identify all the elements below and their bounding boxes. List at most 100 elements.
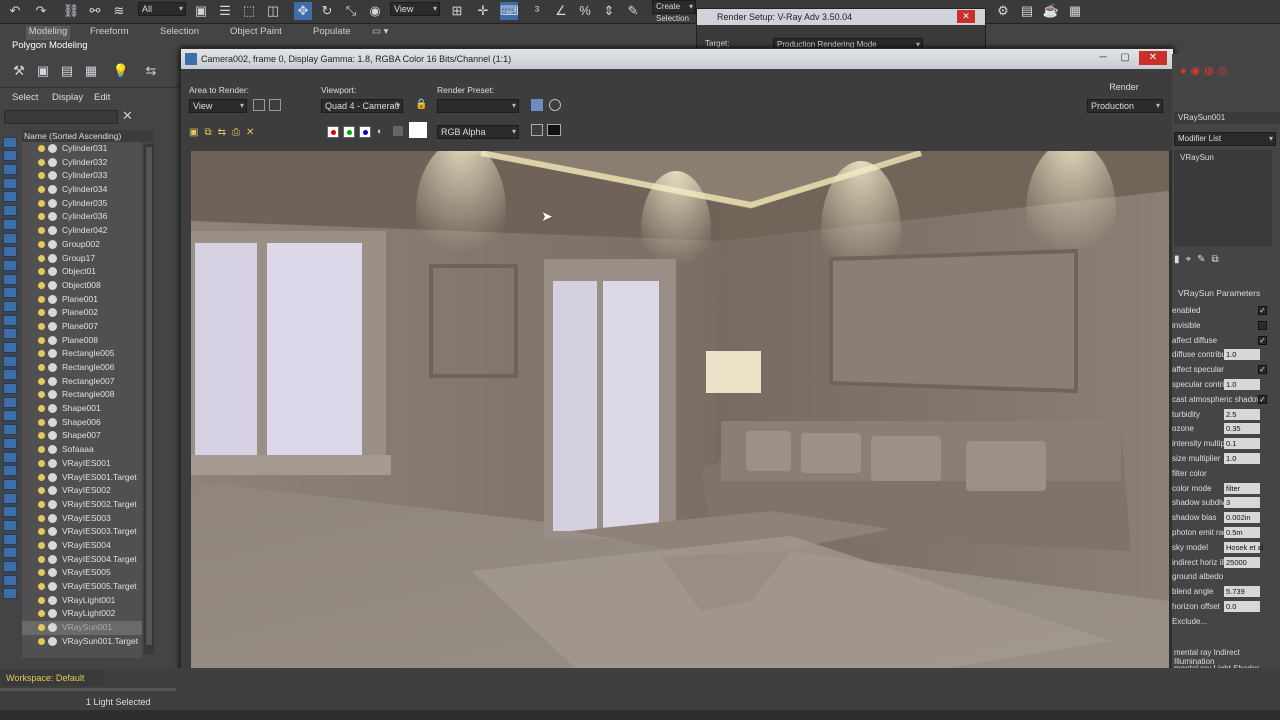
channel-dropdown[interactable]: RGB Alpha — [437, 125, 519, 139]
rectangle-selection-icon[interactable]: ⬚ — [240, 2, 258, 20]
area-to-render-dropdown[interactable]: View — [189, 99, 247, 113]
param-spinner[interactable]: 0.5m — [1224, 527, 1260, 538]
param-row[interactable]: cast atmospheric shadows ✓ — [1172, 393, 1280, 407]
explorer-filter-icon[interactable] — [3, 519, 17, 531]
param-checkbox[interactable]: ✓ — [1258, 365, 1267, 375]
close-icon[interactable]: ✕ — [1139, 51, 1167, 65]
visibility-bulb-icon[interactable] — [38, 213, 45, 221]
explorer-filter-icon[interactable] — [3, 533, 17, 545]
param-spinner[interactable]: 0.1 — [1224, 438, 1260, 450]
param-row[interactable]: turbidity 2.5 — [1172, 408, 1280, 422]
redo-icon[interactable]: ↷ — [32, 2, 50, 20]
hierarchy-icon[interactable]: ⇆ — [142, 62, 160, 80]
visibility-bulb-icon[interactable] — [38, 268, 45, 276]
explorer-filter-icon[interactable] — [3, 383, 17, 395]
color-swatch[interactable] — [409, 122, 427, 138]
explorer-filter-icon[interactable] — [3, 561, 17, 572]
tree-row[interactable]: VRaySun001 — [22, 621, 142, 635]
tree-row[interactable]: Cylinder033 — [22, 169, 142, 183]
tree-row[interactable]: Cylinder032 — [22, 156, 142, 170]
polygon-modeling-group[interactable]: Polygon Modeling — [12, 40, 88, 54]
object-name-field[interactable]: VRaySun001 — [1174, 112, 1280, 124]
param-checkbox[interactable]: ✓ — [1258, 394, 1267, 404]
visibility-bulb-icon[interactable] — [38, 158, 45, 166]
visibility-bulb-icon[interactable] — [38, 555, 45, 563]
explorer-filter-icon[interactable] — [3, 300, 17, 312]
tree-row[interactable]: Rectangle005 — [22, 347, 142, 361]
explorer-filter-icon[interactable] — [3, 150, 17, 162]
bind-space-warp-icon[interactable]: ≋ — [110, 2, 128, 20]
scale-icon[interactable]: ⤡ — [342, 2, 360, 20]
explorer-filter-icon[interactable] — [3, 396, 17, 408]
explorer-filter-icon[interactable] — [3, 246, 17, 258]
visibility-bulb-icon[interactable] — [38, 364, 45, 371]
viewport-dropdown[interactable]: Quad 4 - Camera0 — [321, 99, 403, 113]
explorer-filter-icon[interactable] — [3, 232, 17, 244]
explorer-filter-icon[interactable] — [3, 506, 17, 518]
tree-row[interactable]: Rectangle007 — [22, 375, 142, 389]
render-setup-title[interactable]: Render Setup: V-Ray Adv 3.50.04 — [697, 9, 985, 25]
timeline-bar[interactable] — [0, 710, 1280, 720]
named-selection-icon[interactable]: ✎ — [624, 2, 642, 20]
tab-populate[interactable]: Populate — [313, 26, 351, 40]
visibility-bulb-icon[interactable] — [38, 624, 45, 632]
spinner-snap-icon[interactable]: ⇕ — [600, 2, 618, 20]
explorer-filter-icon[interactable] — [3, 191, 17, 203]
minimize-icon[interactable]: ─ — [1093, 51, 1113, 65]
param-spinner[interactable]: 0.0 — [1224, 601, 1260, 612]
keyboard-shortcut-icon[interactable]: ⌨ — [500, 2, 519, 20]
visibility-bulb-icon[interactable] — [38, 528, 45, 536]
tree-row[interactable]: Plane008 — [22, 334, 142, 348]
param-checkbox[interactable]: ✓ — [1258, 306, 1267, 315]
visibility-bulb-icon[interactable] — [38, 610, 45, 618]
visibility-bulb-icon[interactable] — [38, 336, 45, 344]
explorer-filter-icon[interactable] — [3, 136, 17, 148]
param-spinner[interactable]: 1.0 — [1224, 453, 1260, 464]
explorer-filter-icon[interactable] — [3, 588, 17, 600]
tree-row[interactable]: VRayIES005.Target — [22, 580, 142, 594]
selection-filter-dropdown[interactable]: All — [138, 2, 186, 16]
param-row[interactable]: shadow bias 0.002in — [1172, 511, 1280, 525]
explorer-filter-icon[interactable] — [3, 478, 17, 490]
tree-row[interactable]: VRayIES001 — [22, 457, 142, 471]
explorer-scrollbar[interactable] — [144, 144, 154, 654]
visibility-bulb-icon[interactable] — [38, 309, 45, 317]
explorer-search-input[interactable] — [4, 110, 118, 124]
reference-coordinate-dropdown[interactable]: View — [390, 2, 440, 16]
tool-icon[interactable]: ⚒ — [10, 62, 28, 80]
explorer-filter-icon[interactable] — [3, 410, 17, 422]
window-crossing-icon[interactable]: ◫ — [264, 2, 282, 20]
visibility-bulb-icon[interactable] — [38, 583, 45, 590]
visibility-bulb-icon[interactable] — [38, 145, 45, 152]
tree-row[interactable]: VRayIES004.Target — [22, 553, 142, 567]
explorer-filter-icon[interactable] — [3, 218, 17, 230]
param-row[interactable]: filter color — [1172, 467, 1280, 481]
tree-row[interactable]: Plane002 — [22, 306, 142, 320]
explorer-filter-icon[interactable] — [3, 465, 17, 477]
link-icon[interactable]: ⛓ — [62, 2, 80, 20]
visibility-bulb-icon[interactable] — [38, 569, 45, 577]
param-row[interactable]: Exclude... — [1172, 615, 1280, 629]
tree-row[interactable]: Cylinder042 — [22, 224, 142, 238]
render-window-title[interactable]: Camera002, frame 0, Display Gamma: 1.8, … — [181, 49, 1173, 69]
auto-region-icon[interactable] — [269, 99, 281, 111]
visibility-bulb-icon[interactable] — [38, 322, 45, 330]
param-row[interactable]: sky model Hosek et al. — [1172, 541, 1280, 555]
toggle-overlay-icon[interactable] — [547, 124, 561, 136]
tree-row[interactable]: Sofaaaa — [22, 443, 142, 457]
visibility-bulb-icon[interactable] — [38, 199, 45, 207]
tree-row[interactable]: Cylinder036 — [22, 210, 142, 224]
param-row[interactable]: enabled ✓ — [1172, 304, 1280, 318]
create-selection-set-dropdown[interactable]: Create Selection Set — [652, 0, 696, 35]
param-row[interactable]: intensity multiplier 0.1 — [1172, 437, 1280, 451]
save-copy-print-icons[interactable]: ▣⧉⇆⎙✕ — [189, 127, 269, 139]
tree-row[interactable]: VRayIES001.Target — [22, 471, 142, 485]
param-row[interactable]: affect diffuse ✓ — [1172, 334, 1280, 348]
param-row[interactable]: affect specular ✓ — [1172, 363, 1280, 377]
visibility-bulb-icon[interactable] — [38, 377, 45, 385]
visibility-bulb-icon[interactable] — [38, 240, 45, 248]
param-spinner[interactable]: Hosek et al. — [1224, 541, 1266, 553]
explorer-hscroll[interactable] — [0, 688, 176, 691]
param-row[interactable]: color mode filter — [1172, 482, 1280, 496]
tree-row[interactable]: Cylinder035 — [22, 197, 142, 211]
